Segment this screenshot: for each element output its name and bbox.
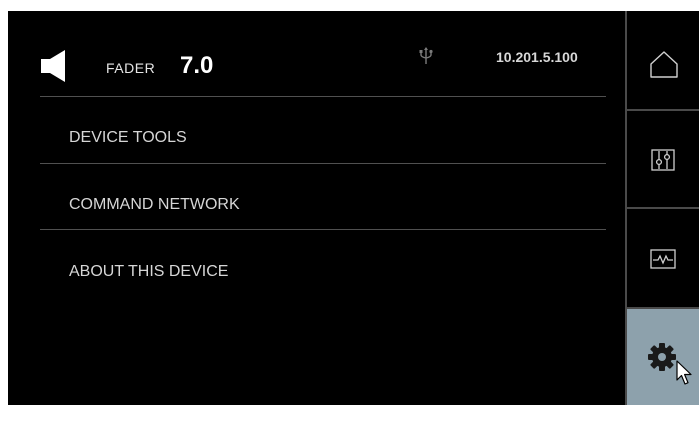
mixer-sliders-icon xyxy=(651,149,675,171)
nav-home-button[interactable] xyxy=(627,11,699,109)
ip-address: 10.201.5.100 xyxy=(496,49,578,65)
fader-label: FADER xyxy=(106,60,156,76)
header-divider xyxy=(40,96,606,97)
app-window: FADER 7.0 10.201.5.100 DEVICE TOOLS COMM… xyxy=(0,0,699,423)
menu-item-label: COMMAND NETWORK xyxy=(69,196,240,213)
menu-item-device-tools[interactable]: DEVICE TOOLS xyxy=(40,119,606,163)
home-icon xyxy=(650,51,678,78)
menu-divider xyxy=(40,229,606,230)
mouse-cursor-icon xyxy=(676,360,692,385)
fader-value: 7.0 xyxy=(180,52,214,79)
side-nav xyxy=(625,11,699,405)
usb-icon xyxy=(419,47,433,64)
menu-item-label: ABOUT THIS DEVICE xyxy=(69,263,229,280)
menu-divider xyxy=(40,163,606,164)
device-screen: FADER 7.0 10.201.5.100 DEVICE TOOLS COMM… xyxy=(8,11,699,405)
gear-icon xyxy=(648,343,676,371)
nav-mixer-button[interactable] xyxy=(627,111,699,207)
waveform-icon xyxy=(650,249,676,269)
speaker-icon xyxy=(41,50,65,82)
nav-waveform-button[interactable] xyxy=(627,209,699,307)
nav-settings-button[interactable] xyxy=(627,309,699,405)
menu-item-about-this-device[interactable]: ABOUT THIS DEVICE xyxy=(40,253,606,297)
menu-item-label: DEVICE TOOLS xyxy=(69,129,187,146)
menu-item-command-network[interactable]: COMMAND NETWORK xyxy=(40,186,606,230)
